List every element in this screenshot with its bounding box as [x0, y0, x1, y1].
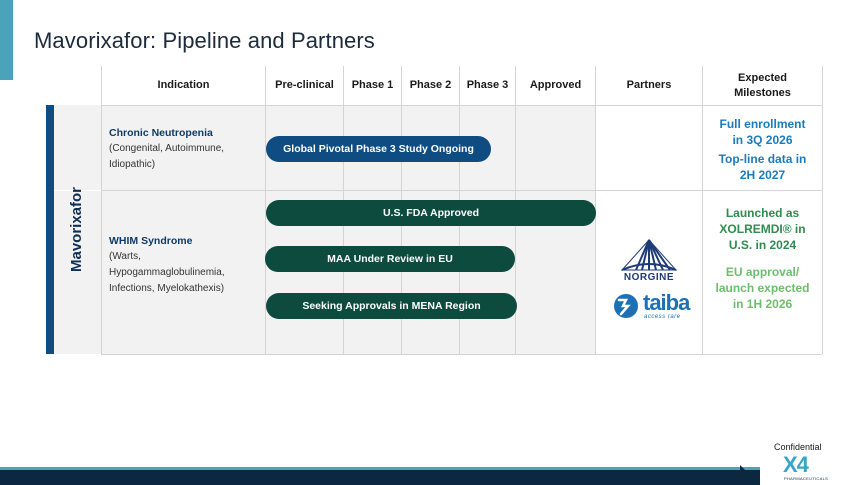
- taiba-wordmark: taiba: [643, 290, 690, 315]
- indication-title: Chronic Neutropenia: [109, 127, 213, 139]
- grid-line: [822, 66, 823, 354]
- header-milestones-line1: Expected: [738, 71, 787, 84]
- header-milestones-line2: Milestones: [734, 86, 791, 99]
- header-milestones: Expected Milestones: [703, 66, 822, 105]
- milestone-line: Top-line data in: [718, 152, 807, 166]
- indication-subtitle-line: Infections, Myelokathexis): [109, 283, 225, 294]
- header-indication: Indication: [157, 79, 210, 91]
- footer-band: [0, 470, 760, 485]
- milestone-line: in 1H 2026: [732, 297, 793, 311]
- milestone-line: Full enrollment: [719, 117, 806, 131]
- header-partners: Partners: [626, 79, 672, 91]
- indication-subtitle: (Warts, Hypogammaglobulinemia, Infection…: [109, 249, 225, 297]
- title-accent-bar: [0, 0, 13, 80]
- footer-wedge: [740, 465, 760, 485]
- header-phase2: Phase 2: [409, 79, 452, 91]
- page-title: Mavorixafor: Pipeline and Partners: [34, 28, 375, 53]
- x4-logo: X4: [783, 452, 809, 477]
- grid-line: [101, 105, 822, 106]
- drug-label: Mavorixafor: [53, 105, 101, 354]
- taiba-tagline: access rare: [644, 314, 681, 320]
- pipeline-bar: MAA Under Review in EU: [265, 246, 515, 272]
- indication-subtitle-line: (Warts,: [109, 251, 141, 262]
- pipeline-bar: U.S. FDA Approved: [266, 200, 596, 226]
- milestone-chronic-neutropenia: Full enrollment in 3Q 2026 Top-line data…: [703, 116, 822, 183]
- drug-name: Mavorixafor: [68, 186, 86, 273]
- x4-logo-sub: PHARMACEUTICALS: [784, 476, 829, 481]
- indication-subtitle-line: (Congenital, Autoimmune,: [109, 143, 225, 154]
- indication-subtitle: (Congenital, Autoimmune, Idiopathic): [109, 141, 224, 173]
- milestone-whim-us: Launched as XOLREMDI® in U.S. in 2024: [703, 205, 822, 253]
- norgine-logo-icon: [620, 239, 678, 271]
- grid-line: [101, 190, 822, 191]
- milestone-line: 2H 2027: [739, 168, 786, 182]
- milestone-whim-eu: EU approval/ launch expected in 1H 2026: [703, 264, 822, 312]
- milestone-line: EU approval/: [725, 265, 800, 279]
- milestone-line: launch expected: [715, 281, 810, 295]
- milestone-line: Launched as: [725, 206, 800, 220]
- milestone-line: in 3Q 2026: [732, 133, 793, 147]
- indication-subtitle-line: Idiopathic): [109, 159, 156, 170]
- indication-subtitle-line: Hypogammaglobulinemia,: [109, 267, 225, 278]
- milestone-line: U.S. in 2024: [728, 238, 797, 252]
- confidential-label: Confidential: [774, 442, 822, 452]
- grid-line: [101, 66, 102, 354]
- grid-line: [101, 354, 822, 355]
- header-phase1: Phase 1: [351, 79, 394, 91]
- header-approved: Approved: [529, 79, 582, 91]
- pipeline-bar: Global Pivotal Phase 3 Study Ongoing: [266, 136, 491, 162]
- milestone-line: XOLREMDI® in: [719, 222, 806, 236]
- header-phase3: Phase 3: [466, 79, 509, 91]
- norgine-wordmark: NORGINE: [623, 272, 675, 283]
- taiba-logo-icon: [614, 294, 638, 318]
- header-preclinical: Pre-clinical: [275, 79, 334, 91]
- indication-title: WHIM Syndrome: [109, 235, 193, 247]
- pipeline-bar: Seeking Approvals in MENA Region: [266, 293, 517, 319]
